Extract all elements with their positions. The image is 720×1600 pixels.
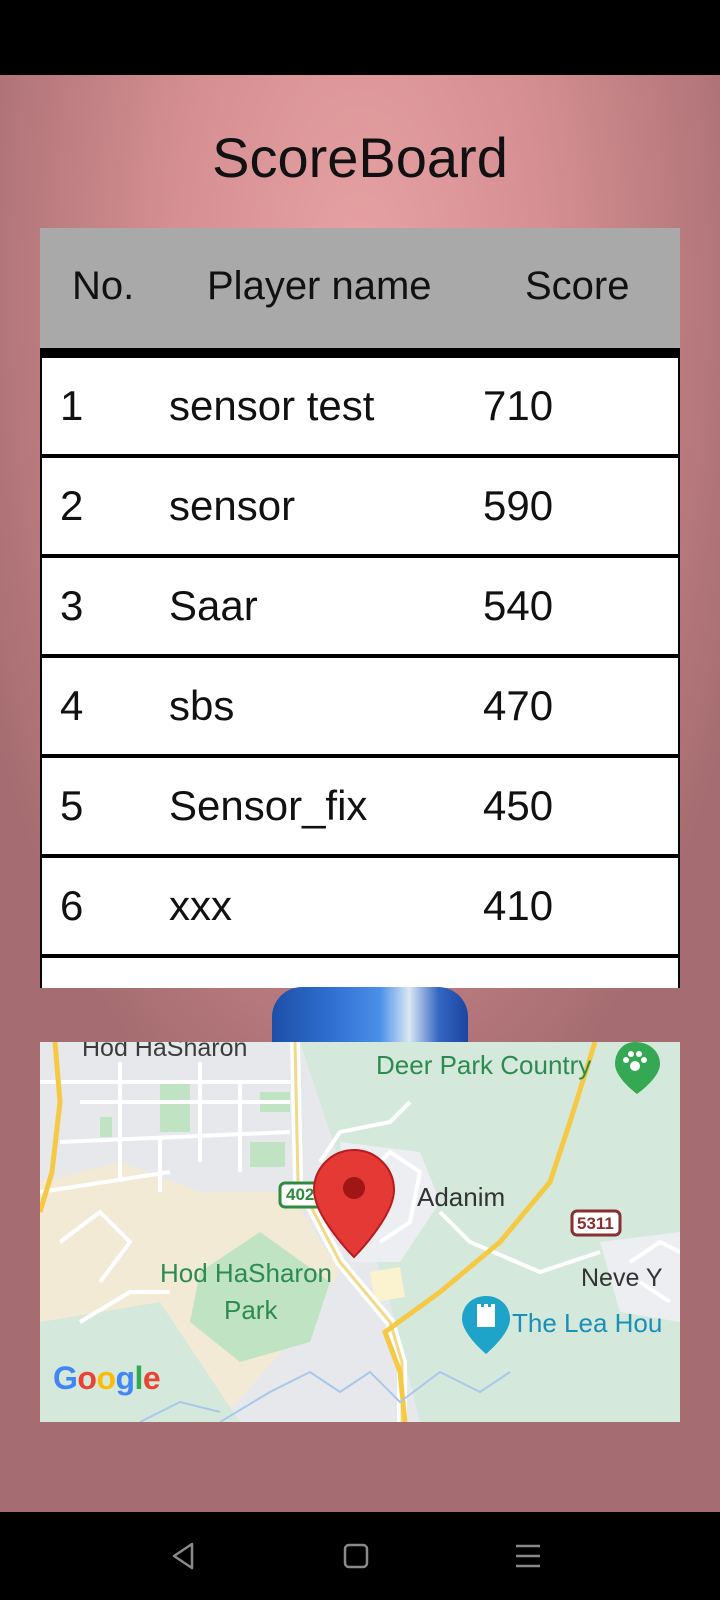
table-row[interactable]: 5 Sensor_fix 450	[40, 758, 680, 858]
home-square-icon[interactable]	[336, 1536, 376, 1576]
table-header: No. Player name Score	[40, 228, 680, 348]
map-label-adanim: Adanim	[417, 1182, 506, 1212]
map-label-deer-park: Deer Park Country	[376, 1050, 592, 1080]
row-score: 470	[483, 682, 554, 729]
map-label-park-line2: Park	[224, 1295, 278, 1325]
row-player-name: Saar	[169, 582, 258, 629]
menu-lines-icon[interactable]	[508, 1536, 548, 1576]
row-player-name: sbs	[169, 682, 235, 729]
route-402-label: 402	[286, 1185, 315, 1204]
header-no: No.	[72, 264, 135, 308]
back-triangle-icon[interactable]	[164, 1536, 204, 1576]
row-score: 590	[483, 482, 554, 529]
row-player-name: sensor test	[169, 382, 375, 429]
row-score: 540	[483, 582, 554, 629]
row-rank: 2	[60, 482, 84, 529]
row-player-name: xxx	[169, 882, 232, 929]
table-row[interactable]: 6 xxx 410	[40, 858, 680, 958]
row-score: 410	[483, 882, 554, 929]
status-bar	[0, 0, 720, 75]
row-score: 450	[483, 782, 554, 829]
header-divider	[40, 348, 680, 358]
map-view[interactable]: Hod HaSharon Deer Park Country Adanim Ho…	[40, 1042, 680, 1422]
row-rank: 6	[60, 882, 84, 929]
map-label-neve: Neve Y	[581, 1264, 663, 1292]
scoreboard-table[interactable]: No. Player name Score 1 sensor test 710 …	[40, 228, 680, 988]
route-5311-label: 5311	[577, 1214, 614, 1233]
app-screen: ScoreBoard No. Player name Score 1 senso…	[0, 75, 720, 1512]
row-rank: 5	[60, 782, 84, 829]
table-row[interactable]: 2 sensor 590	[40, 458, 680, 558]
row-rank: 3	[60, 582, 84, 629]
row-player-name: sensor	[169, 482, 296, 529]
row-player-name: Sensor_fix	[169, 782, 368, 829]
header-score: Score	[525, 264, 630, 308]
table-row[interactable]: 4 sbs 470	[40, 658, 680, 758]
row-rank: 4	[60, 682, 84, 729]
header-player-name: Player name	[207, 264, 432, 308]
map-label-lea: The Lea Hou	[512, 1308, 663, 1338]
map-label-hod-hasharon: Hod HaSharon	[82, 1042, 248, 1062]
page-title: ScoreBoard	[212, 126, 508, 189]
table-row[interactable]: 1 sensor test 710	[40, 358, 680, 458]
row-score: 710	[483, 382, 554, 429]
table-row[interactable]	[40, 958, 680, 988]
table-row[interactable]: 3 Saar 540	[40, 558, 680, 658]
map-label-park-line1: Hod HaSharon	[160, 1258, 332, 1288]
navigation-bar	[0, 1512, 720, 1600]
google-logo: Google	[53, 1360, 161, 1396]
row-rank: 1	[60, 382, 84, 429]
